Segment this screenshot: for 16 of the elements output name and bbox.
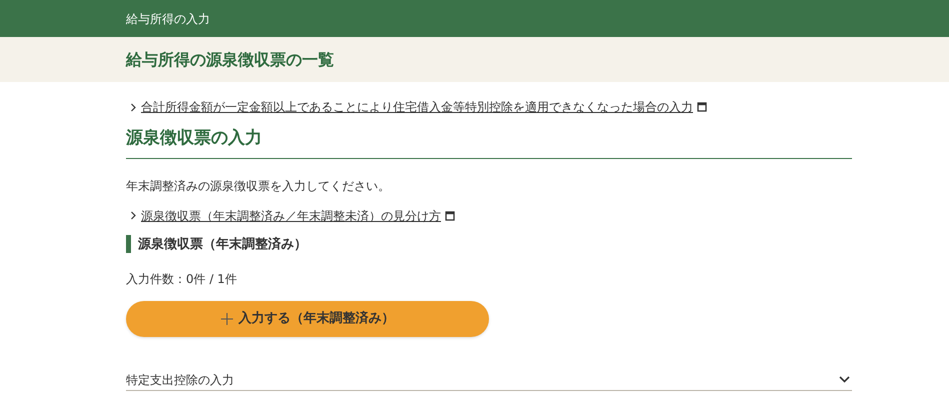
external-window-icon (697, 102, 707, 112)
subsection-heading: 源泉徴収票（年末調整済み） (138, 236, 307, 254)
plus-icon (220, 313, 232, 325)
header-title: 給与所得の入力 (126, 10, 210, 28)
description-text: 年末調整済みの源泉徴収票を入力してください。 (126, 178, 391, 194)
section-heading: 源泉徴収票の入力 (126, 127, 263, 150)
accordion-header[interactable]: 特定支出控除の入力 (126, 369, 852, 391)
chevron-right-icon (130, 102, 137, 112)
add-button[interactable]: 入力する（年末調整済み） (126, 301, 489, 337)
page-title: 給与所得の源泉徴収票の一覧 (126, 48, 334, 70)
help-link[interactable]: 源泉徴収票（年末調整済み／年末調整未済）の見分け方 (141, 206, 441, 224)
entry-count: 入力件数：0件 / 1件 (126, 271, 238, 288)
external-window-icon (445, 210, 455, 220)
accent-bar (126, 235, 131, 254)
help-link[interactable]: 合計所得金額が一定金額以上であることにより住宅借入金等特別控除を適用できなくなった場合の入力 (141, 98, 693, 116)
chevron-right-icon (130, 211, 137, 220)
